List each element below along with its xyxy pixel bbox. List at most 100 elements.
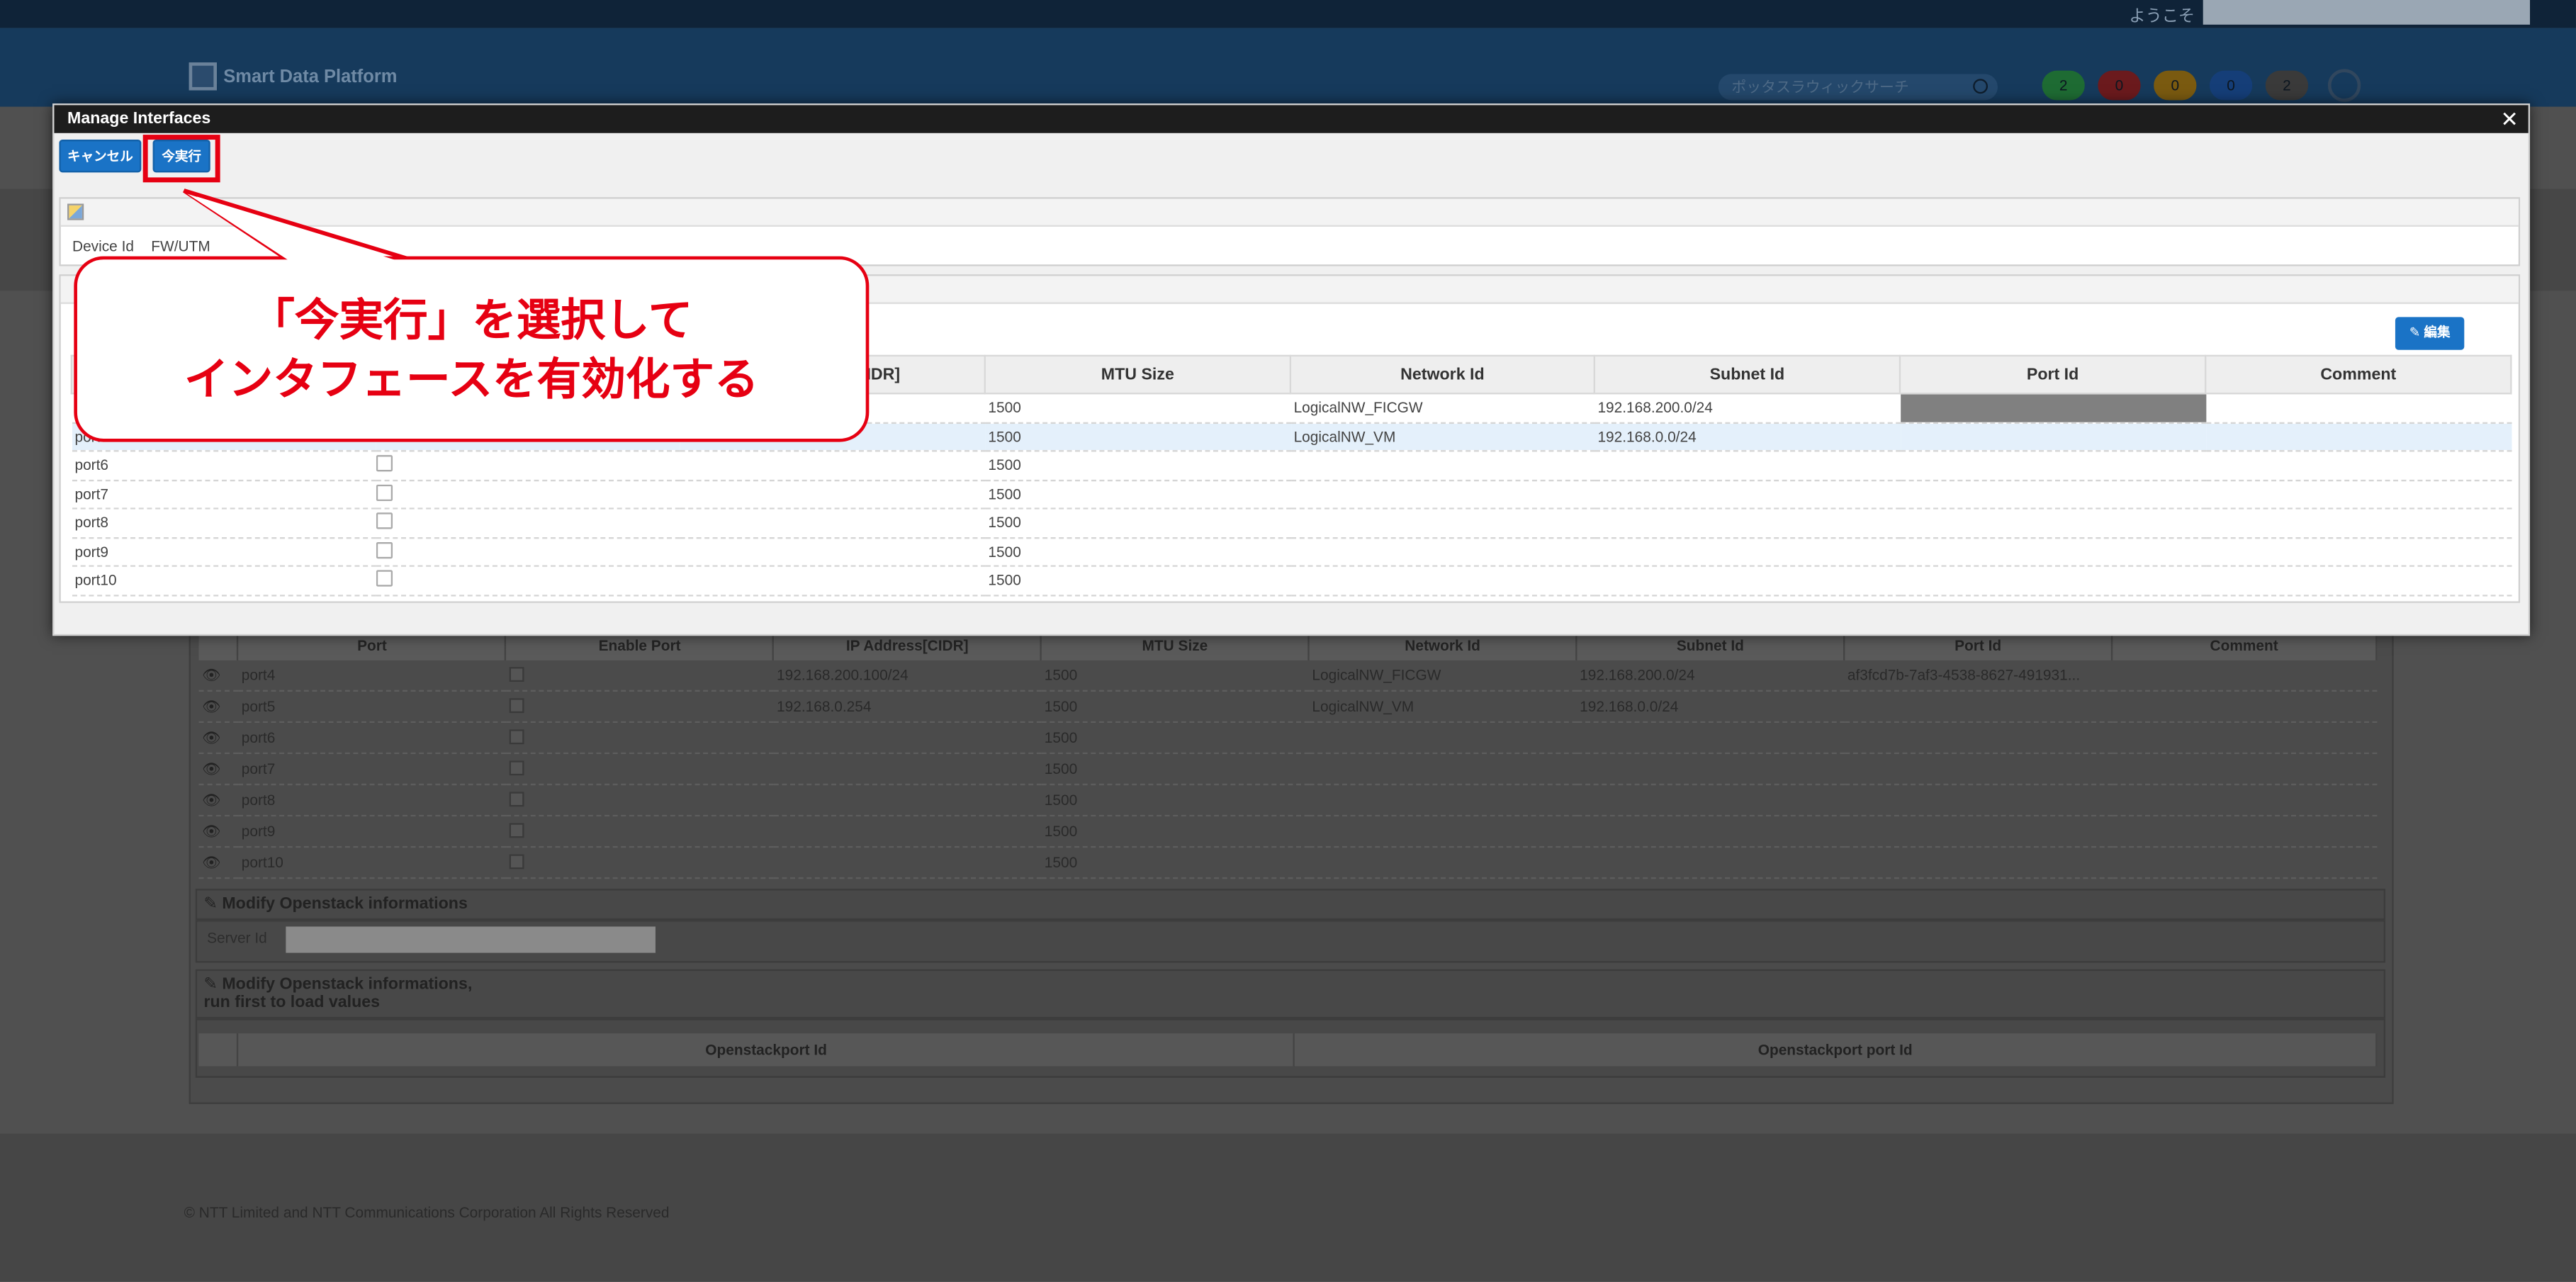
enable-port-cell	[505, 753, 774, 786]
table-cell: port4	[238, 660, 506, 692]
welcome-text: ようこそ	[2129, 8, 2195, 27]
table-row[interactable]: 👁 port9 1500	[198, 815, 2377, 848]
port-id-cell	[1899, 508, 2206, 539]
status-badge-green[interactable]: 2	[2042, 70, 2085, 101]
enable-port-checkbox[interactable]	[509, 697, 524, 712]
table-cell	[2112, 784, 2377, 817]
background-interface-table: Port Enable Port IP Address[CIDR] MTU Size N…	[198, 631, 2378, 879]
table-cell: port7	[238, 753, 506, 786]
table-cell	[1844, 847, 2113, 879]
table-row[interactable]: 👁 port5 192.168.0.254 1500 LogicalNW_VM 192.1…	[198, 690, 2377, 724]
copyright-text: © NTT Limited and NTT Communications Cor…	[184, 1204, 670, 1221]
table-row[interactable]: port6 1500	[71, 451, 2512, 481]
enable-port-checkbox[interactable]	[375, 541, 392, 558]
enable-port-cell	[375, 537, 680, 567]
table-header: Port Id	[1899, 354, 2207, 395]
enable-port-checkbox[interactable]	[375, 455, 392, 472]
status-badge-blue[interactable]: 0	[2209, 70, 2253, 101]
enable-port-checkbox[interactable]	[509, 760, 524, 775]
enable-port-checkbox[interactable]	[509, 822, 524, 838]
table-row[interactable]: port9 1500	[71, 537, 2512, 567]
eye-icon[interactable]: 👁	[198, 721, 239, 755]
table-cell: port8	[238, 784, 506, 817]
search-icon[interactable]	[1973, 79, 1989, 94]
enable-port-cell	[505, 847, 774, 879]
table-row[interactable]: port10 1500	[71, 566, 2512, 596]
edit-icon: ✎	[203, 976, 223, 994]
edit-icon[interactable]	[2327, 69, 2361, 102]
table-cell	[1308, 815, 1577, 848]
table-header: MTU Size	[984, 354, 1292, 395]
table-row[interactable]: port8 1500	[71, 508, 2512, 539]
mtu-cell: 1500	[984, 508, 1290, 539]
edit-button[interactable]: ✎ 編集	[2395, 317, 2465, 350]
network-id-cell	[1290, 566, 1594, 596]
enable-port-cell	[505, 660, 774, 692]
enable-port-cell	[375, 479, 680, 510]
port-cell: port6	[71, 451, 376, 481]
global-search-input[interactable]: ポッタスラウィックサーチ	[1718, 74, 1998, 101]
edit-icon	[67, 203, 84, 220]
app-logo[interactable]: Smart Data Platform	[189, 62, 397, 91]
user-name-box[interactable]	[2203, 0, 2531, 25]
enable-port-checkbox[interactable]	[375, 512, 392, 530]
table-row[interactable]: 👁 port7 1500	[198, 753, 2377, 786]
table-cell	[1844, 721, 2113, 755]
edit-icon: ✎	[203, 895, 223, 913]
enable-port-checkbox[interactable]	[509, 853, 524, 869]
top-bar: ようこそ	[0, 0, 2576, 28]
table-header: Network Id	[1289, 354, 1595, 395]
network-id-cell	[1290, 508, 1594, 539]
eye-icon[interactable]: 👁	[198, 815, 239, 848]
port-cell: port9	[71, 537, 376, 567]
eye-icon[interactable]: 👁	[198, 690, 239, 724]
eye-icon[interactable]: 👁	[198, 784, 239, 817]
table-row[interactable]: 👁 port6 1500	[198, 721, 2377, 755]
port-id-cell	[1899, 422, 2206, 452]
mtu-cell: 1500	[984, 537, 1290, 567]
table-cell	[2112, 721, 2377, 755]
network-id-cell: LogicalNW_FICGW	[1290, 393, 1594, 423]
enable-port-checkbox[interactable]	[509, 729, 524, 743]
table-cell	[2112, 815, 2377, 848]
status-badge-gray[interactable]: 2	[2265, 70, 2309, 101]
table-cell	[1844, 690, 2113, 724]
table-cell	[773, 847, 1042, 879]
close-icon[interactable]: ✕	[2501, 105, 2519, 133]
table-cell: 1500	[1041, 847, 1309, 879]
eye-icon[interactable]: 👁	[198, 660, 239, 692]
table-row[interactable]: 👁 port8 1500	[198, 784, 2377, 817]
section-title: Modify Openstack informations	[222, 895, 468, 913]
subnet-id-cell	[1594, 566, 1900, 596]
enable-port-checkbox[interactable]	[375, 484, 392, 501]
mtu-cell: 1500	[984, 479, 1290, 510]
table-cell	[773, 721, 1042, 755]
enable-port-checkbox[interactable]	[509, 666, 524, 681]
instruction-line1: 「今実行」を選択して	[250, 295, 693, 344]
subnet-id-cell: 192.168.200.0/24	[1594, 393, 1900, 423]
port-id-cell	[1899, 393, 2206, 423]
mtu-cell: 1500	[984, 566, 1290, 596]
network-id-cell	[1290, 479, 1594, 510]
table-row[interactable]: 👁 port10 1500	[198, 847, 2377, 879]
enable-port-checkbox[interactable]	[375, 570, 392, 587]
table-row[interactable]: port7 1500	[71, 479, 2512, 510]
table-header: Openstackport port Id	[1294, 1033, 2378, 1067]
server-id-label: Server Id	[207, 930, 267, 947]
ip-address-cell	[679, 566, 985, 596]
port-cell: port8	[71, 508, 376, 539]
server-id-field[interactable]	[286, 926, 656, 953]
enable-port-checkbox[interactable]	[509, 791, 524, 806]
status-badge-red[interactable]: 0	[2098, 70, 2141, 101]
search-placeholder: ポッタスラウィックサーチ	[1731, 79, 1909, 96]
eye-icon[interactable]: 👁	[198, 753, 239, 786]
eye-icon[interactable]: 👁	[198, 847, 239, 879]
cancel-button[interactable]: キャンセル	[59, 140, 142, 173]
table-cell	[1308, 784, 1577, 817]
table-row[interactable]: 👁 port4 192.168.200.100/24 1500 LogicalNW_FI…	[198, 660, 2377, 692]
comment-cell	[2205, 479, 2512, 510]
table-cell	[1576, 847, 1845, 879]
status-badge-yellow[interactable]: 0	[2154, 70, 2197, 101]
table-cell: 1500	[1041, 815, 1309, 848]
enable-port-cell	[505, 815, 774, 848]
